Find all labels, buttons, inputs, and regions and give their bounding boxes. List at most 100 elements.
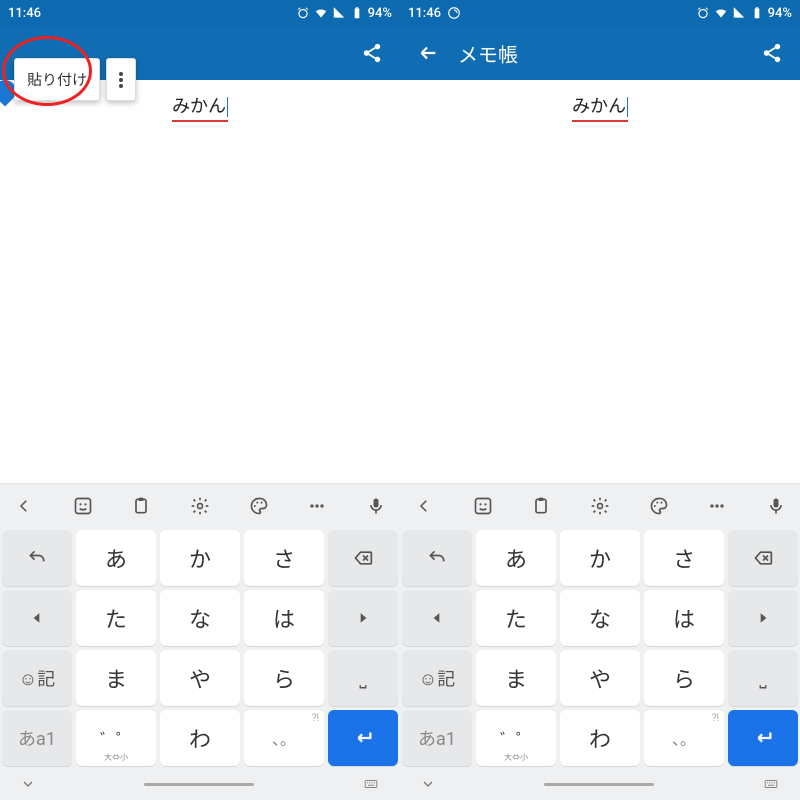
enter-icon (352, 727, 374, 749)
triangle-left-icon (30, 611, 44, 625)
nav-keyboard-switch[interactable] (362, 777, 380, 791)
editor-text: みかん (572, 96, 626, 117)
key-punct[interactable]: 、。?! (644, 710, 724, 766)
sticker-icon (73, 496, 93, 516)
key-mode[interactable]: あa1 (402, 710, 472, 766)
key-sa[interactable]: さ (644, 530, 724, 586)
sticker-button[interactable] (63, 486, 103, 526)
key-space[interactable]: ⎵ (328, 650, 398, 706)
back-button[interactable] (408, 33, 448, 73)
key-reverse[interactable] (2, 530, 72, 586)
nav-bar (400, 768, 800, 800)
nav-keyboard-switch[interactable] (762, 777, 780, 791)
key-wa[interactable]: わ (560, 710, 640, 766)
key-reverse[interactable] (402, 530, 472, 586)
dots-icon (707, 496, 727, 516)
collapse-button[interactable] (4, 486, 44, 526)
key-enter[interactable] (328, 710, 398, 766)
key-wa[interactable]: わ (160, 710, 240, 766)
alarm-icon (296, 6, 310, 20)
key-ka[interactable]: か (160, 530, 240, 586)
ime-underline (572, 120, 628, 122)
key-sa[interactable]: さ (244, 530, 324, 586)
key-emoji[interactable]: ☺記 (402, 650, 472, 706)
collapse-button[interactable] (404, 486, 444, 526)
palette-icon (249, 496, 269, 516)
clipboard-button[interactable] (121, 486, 161, 526)
editor-area[interactable]: みかん (400, 80, 800, 483)
key-small[interactable]: ゛゜大⇔小 (476, 710, 556, 766)
key-ha[interactable]: は (644, 590, 724, 646)
mic-icon (766, 496, 786, 516)
signal-icon (732, 6, 746, 20)
share-icon (361, 42, 383, 64)
key-emoji[interactable]: ☺記 (2, 650, 72, 706)
key-a[interactable]: あ (76, 530, 156, 586)
key-backspace[interactable] (328, 530, 398, 586)
key-ma[interactable]: ま (476, 650, 556, 706)
dots-vertical-icon (119, 72, 123, 88)
mic-button[interactable] (356, 486, 396, 526)
share-button[interactable] (352, 33, 392, 73)
mic-button[interactable] (756, 486, 796, 526)
chevron-down-icon (420, 776, 436, 792)
key-ta[interactable]: た (476, 590, 556, 646)
key-left[interactable] (402, 590, 472, 646)
theme-button[interactable] (639, 486, 679, 526)
keyboard-icon (362, 777, 380, 791)
key-enter[interactable] (728, 710, 798, 766)
battery-icon (750, 6, 764, 20)
settings-button[interactable] (180, 486, 220, 526)
key-space[interactable]: ⎵ (728, 650, 798, 706)
left-screenshot: 11:46 94% みかん (0, 0, 400, 800)
key-left[interactable] (2, 590, 72, 646)
key-punct[interactable]: 、。?! (244, 710, 324, 766)
paste-button[interactable]: 貼り付け (14, 58, 100, 101)
triangle-right-icon (356, 611, 370, 625)
key-ra[interactable]: ら (244, 650, 324, 706)
key-ta[interactable]: た (76, 590, 156, 646)
keyboard-toolbar (0, 484, 400, 528)
chevron-down-icon (20, 776, 36, 792)
dots-icon (307, 496, 327, 516)
alarm-icon (696, 6, 710, 20)
more-button[interactable] (697, 486, 737, 526)
key-ha[interactable]: は (244, 590, 324, 646)
key-ya[interactable]: や (560, 650, 640, 706)
undo-arrow-icon (424, 548, 450, 568)
context-more-button[interactable] (106, 58, 136, 101)
key-small[interactable]: ゛゜大⇔小 (76, 710, 156, 766)
editor-area[interactable]: みかん (0, 80, 400, 483)
nav-collapse[interactable] (420, 776, 436, 792)
key-right[interactable] (328, 590, 398, 646)
settings-button[interactable] (580, 486, 620, 526)
mic-icon (366, 496, 386, 516)
context-menu: 貼り付け (14, 58, 136, 101)
clipboard-button[interactable] (521, 486, 561, 526)
keyboard: あ か さ た な は ☺記 ま や ら ⎵ あa1 ゛゜大⇔小 わ 、。?! (400, 483, 800, 800)
nav-bar (0, 768, 400, 800)
backspace-icon (350, 548, 376, 568)
arrow-left-icon (417, 42, 439, 64)
key-backspace[interactable] (728, 530, 798, 586)
nav-home-bar[interactable] (144, 783, 254, 786)
nav-home-bar[interactable] (544, 783, 654, 786)
key-ma[interactable]: ま (76, 650, 156, 706)
sticker-icon (473, 496, 493, 516)
wifi-icon (714, 6, 728, 20)
key-na[interactable]: な (560, 590, 640, 646)
key-a[interactable]: あ (476, 530, 556, 586)
share-button[interactable] (752, 33, 792, 73)
theme-button[interactable] (239, 486, 279, 526)
clock: 11:46 (408, 6, 441, 21)
key-ra[interactable]: ら (644, 650, 724, 706)
key-na[interactable]: な (160, 590, 240, 646)
nav-collapse[interactable] (20, 776, 36, 792)
ime-underline (172, 120, 228, 122)
more-button[interactable] (297, 486, 337, 526)
key-ka[interactable]: か (560, 530, 640, 586)
key-right[interactable] (728, 590, 798, 646)
key-mode[interactable]: あa1 (2, 710, 72, 766)
sticker-button[interactable] (463, 486, 503, 526)
key-ya[interactable]: や (160, 650, 240, 706)
